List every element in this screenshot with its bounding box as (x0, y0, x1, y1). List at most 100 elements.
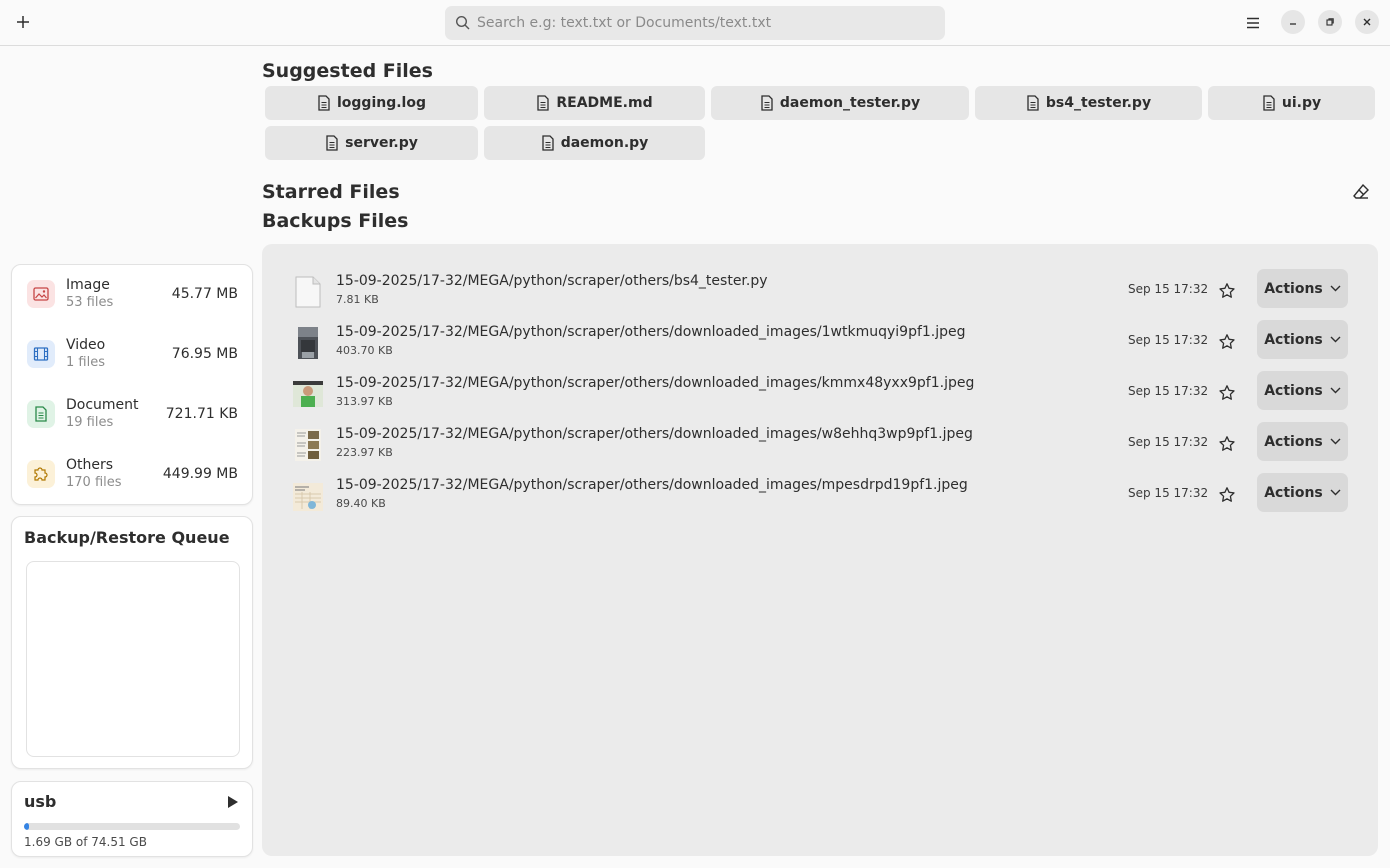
category-count: 170 files (66, 475, 122, 490)
plus-icon (17, 16, 29, 28)
image-thumbnail (292, 479, 324, 513)
suggested-file-chip[interactable]: logging.log (265, 86, 478, 120)
actions-dropdown-button[interactable]: Actions (1257, 473, 1348, 512)
storage-usage-bar (24, 823, 240, 830)
queue-title: Backup/Restore Queue (24, 528, 230, 547)
minimize-button[interactable] (1281, 10, 1305, 34)
image-thumbnail (292, 326, 324, 360)
search-input[interactable] (477, 15, 917, 31)
film-icon (27, 340, 55, 368)
suggested-file-chip[interactable]: daemon_tester.py (711, 86, 969, 120)
document-icon (318, 95, 330, 111)
chevron-down-icon (1330, 387, 1341, 394)
file-path: 15-09-2025/17-32/MEGA/python/scraper/oth… (336, 426, 973, 442)
category-size: 45.77 MB (171, 286, 238, 302)
category-count: 53 files (66, 295, 114, 310)
play-icon[interactable] (224, 794, 240, 810)
file-date: Sep 15 17:32 (1128, 282, 1209, 296)
star-icon[interactable] (1218, 435, 1236, 453)
document-icon (542, 135, 554, 151)
star-icon[interactable] (1218, 282, 1236, 300)
backup-file-row[interactable]: 15-09-2025/17-32/MEGA/python/scraper/oth… (262, 420, 1378, 471)
document-icon (1027, 95, 1039, 111)
close-button[interactable] (1355, 10, 1379, 34)
close-icon (1363, 18, 1371, 26)
star-icon[interactable] (1218, 384, 1236, 402)
category-others[interactable]: Others 170 files 449.99 MB (12, 445, 252, 505)
suggested-file-chip[interactable]: daemon.py (484, 126, 705, 160)
queue-list[interactable] (26, 561, 240, 757)
category-size: 449.99 MB (162, 466, 238, 482)
starred-files-title: Starred Files (262, 181, 400, 203)
category-count: 19 files (66, 415, 114, 430)
file-size: 223.97 KB (336, 446, 393, 459)
add-button[interactable] (10, 9, 36, 35)
category-video[interactable]: Video 1 files 76.95 MB (12, 325, 252, 385)
category-name: Image (66, 277, 110, 293)
file-date: Sep 15 17:32 (1128, 333, 1209, 347)
file-path: 15-09-2025/17-32/MEGA/python/scraper/oth… (336, 273, 768, 289)
file-size: 313.97 KB (336, 395, 393, 408)
file-path: 15-09-2025/17-32/MEGA/python/scraper/oth… (336, 477, 968, 493)
document-icon (1263, 95, 1275, 111)
document-icon (761, 95, 773, 111)
file-date: Sep 15 17:32 (1128, 486, 1209, 500)
storage-usage-text: 1.69 GB of 74.51 GB (24, 835, 147, 849)
document-icon (537, 95, 550, 111)
suggested-file-chip[interactable]: README.md (484, 86, 705, 120)
actions-dropdown-button[interactable]: Actions (1257, 269, 1348, 308)
suggested-file-chip[interactable]: ui.py (1208, 86, 1375, 120)
star-icon[interactable] (1218, 333, 1236, 351)
restore-icon (1326, 18, 1334, 26)
file-size: 7.81 KB (336, 293, 379, 306)
eraser-icon[interactable] (1351, 182, 1371, 202)
image-thumbnail (292, 428, 324, 462)
chip-label: server.py (345, 135, 418, 151)
star-icon[interactable] (1218, 486, 1236, 504)
chevron-down-icon (1330, 285, 1341, 292)
suggested-file-chip[interactable]: bs4_tester.py (975, 86, 1202, 120)
actions-label: Actions (1264, 382, 1323, 399)
actions-dropdown-button[interactable]: Actions (1257, 422, 1348, 461)
backup-file-row[interactable]: 15-09-2025/17-32/MEGA/python/scraper/oth… (262, 369, 1378, 420)
usb-device-card: usb 1.69 GB of 74.51 GB (11, 781, 253, 857)
backup-file-row[interactable]: 15-09-2025/17-32/MEGA/python/scraper/oth… (262, 318, 1378, 369)
search-icon (455, 15, 470, 30)
text-file-icon (292, 275, 324, 309)
chevron-down-icon (1330, 336, 1341, 343)
file-date: Sep 15 17:32 (1128, 435, 1209, 449)
file-date: Sep 15 17:32 (1128, 384, 1209, 398)
chevron-down-icon (1330, 438, 1341, 445)
storage-usage-fill (24, 823, 29, 830)
category-name: Others (66, 457, 114, 473)
document-icon (326, 135, 338, 151)
category-count: 1 files (66, 355, 105, 370)
file-size: 403.70 KB (336, 344, 393, 357)
chevron-down-icon (1330, 489, 1341, 496)
file-path: 15-09-2025/17-32/MEGA/python/scraper/oth… (336, 324, 966, 340)
backup-restore-queue-card: Backup/Restore Queue (11, 516, 253, 769)
main-menu-button[interactable] (1240, 10, 1266, 36)
actions-label: Actions (1264, 331, 1323, 348)
file-path: 15-09-2025/17-32/MEGA/python/scraper/oth… (336, 375, 975, 391)
backup-file-row[interactable]: 15-09-2025/17-32/MEGA/python/scraper/oth… (262, 471, 1378, 522)
chip-label: bs4_tester.py (1045, 95, 1152, 111)
minimize-icon (1290, 23, 1296, 25)
category-name: Document (66, 397, 139, 413)
search-bar[interactable] (445, 6, 945, 40)
restore-button[interactable] (1318, 10, 1342, 34)
chip-label: daemon_tester.py (779, 95, 921, 111)
suggested-file-chip[interactable]: server.py (265, 126, 478, 160)
chip-label: daemon.py (560, 135, 649, 151)
header-bar (0, 0, 1390, 46)
backup-files-list: 15-09-2025/17-32/MEGA/python/scraper/oth… (262, 244, 1378, 856)
backup-file-row[interactable]: 15-09-2025/17-32/MEGA/python/scraper/oth… (262, 267, 1378, 318)
actions-dropdown-button[interactable]: Actions (1257, 371, 1348, 410)
file-categories-card: Image 53 files 45.77 MB Video 1 files 76… (11, 264, 253, 505)
category-image[interactable]: Image 53 files 45.77 MB (12, 265, 252, 325)
category-size: 721.71 KB (165, 406, 238, 422)
image-thumbnail (292, 377, 324, 411)
file-size: 89.40 KB (336, 497, 386, 510)
actions-dropdown-button[interactable]: Actions (1257, 320, 1348, 359)
category-document[interactable]: Document 19 files 721.71 KB (12, 385, 252, 445)
